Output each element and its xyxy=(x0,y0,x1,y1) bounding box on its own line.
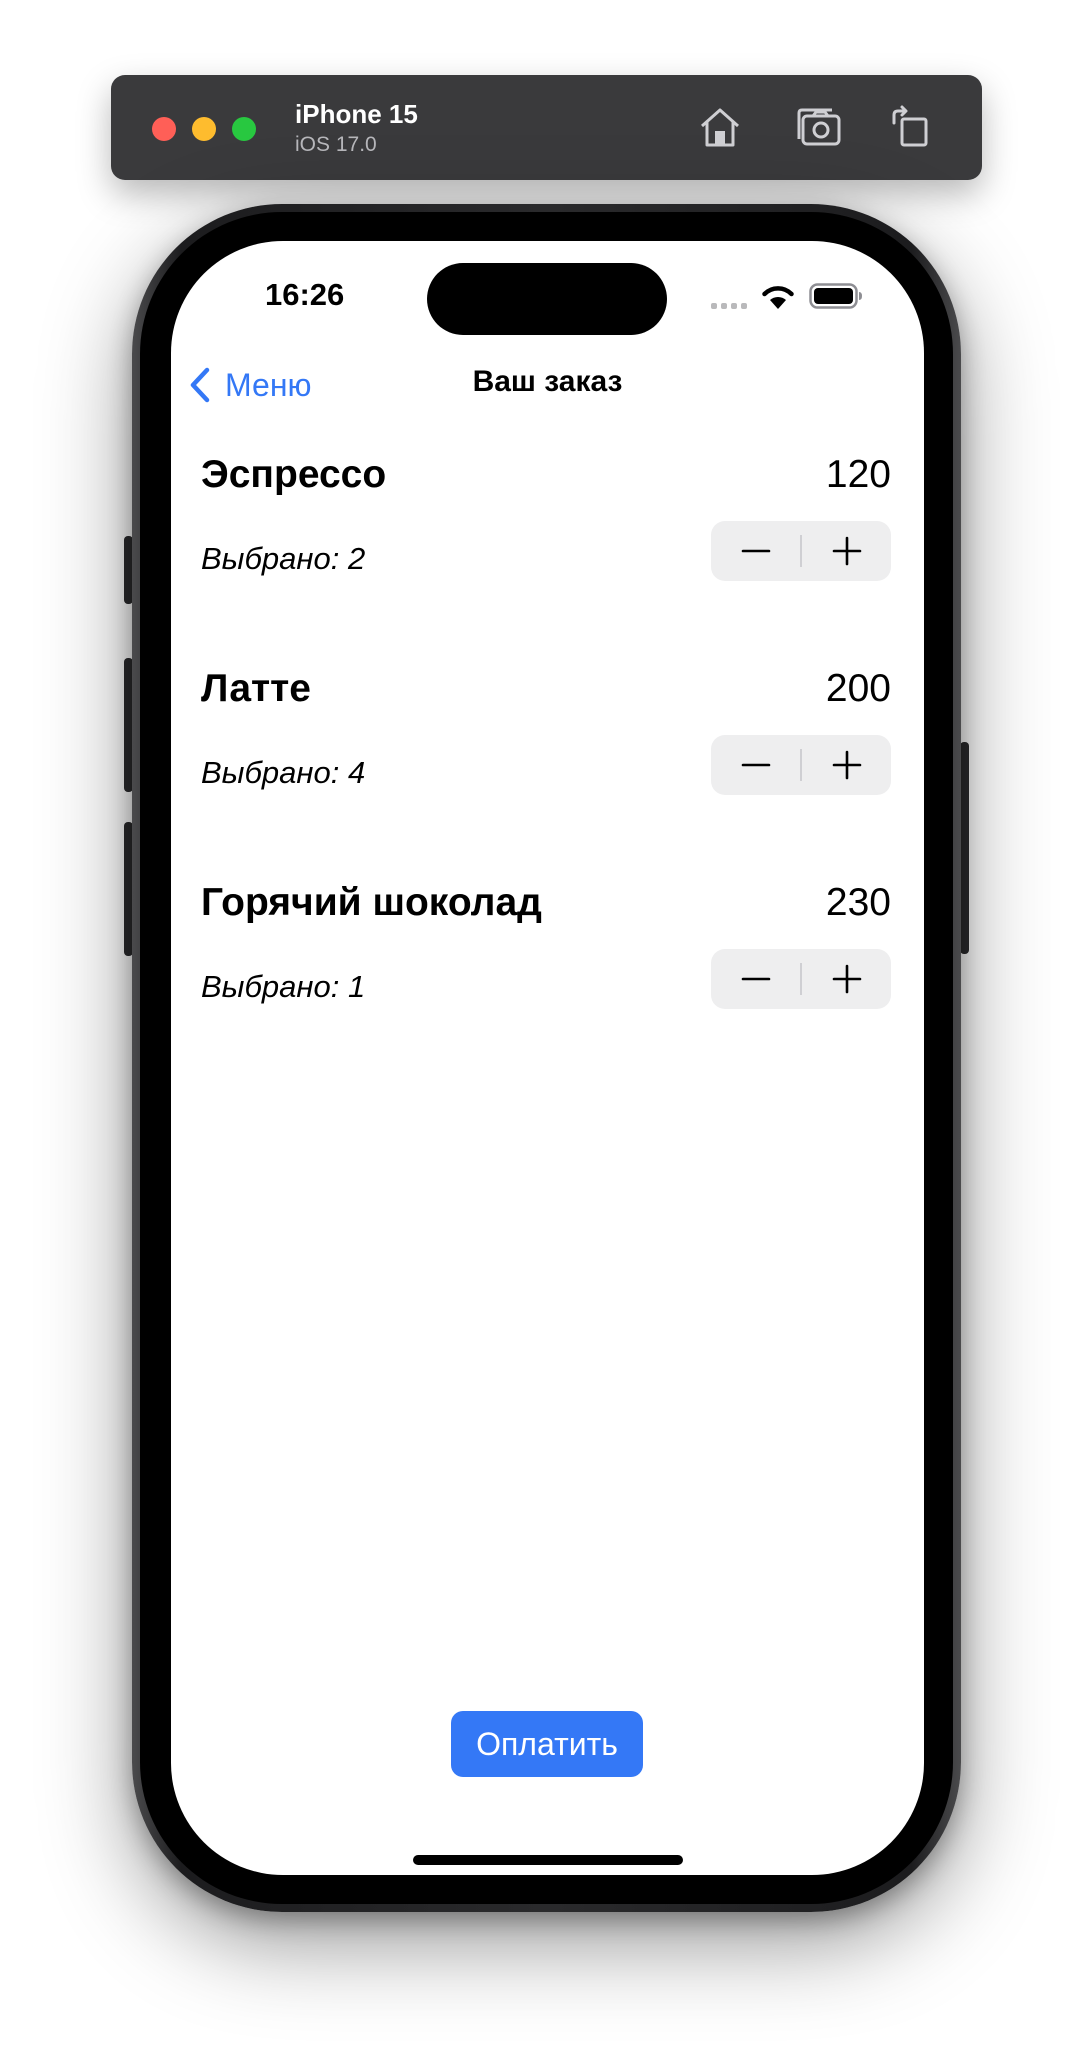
rotate-icon[interactable] xyxy=(885,101,937,153)
item-count-value: 2 xyxy=(347,541,366,576)
minus-icon xyxy=(741,763,770,767)
item-price: 120 xyxy=(825,453,891,496)
quantity-stepper xyxy=(711,949,891,1009)
item-count-value: 1 xyxy=(347,969,366,1004)
cellular-signal-icon xyxy=(711,303,749,309)
item-count: Выбрано: 2 xyxy=(201,541,365,577)
item-count-value: 4 xyxy=(347,755,366,790)
device-name: iPhone 15 xyxy=(295,99,418,129)
minus-icon xyxy=(741,549,770,553)
order-item: Эспрессо 120 Выбрано: 2 xyxy=(201,453,891,593)
device-os-version: iOS 17.0 xyxy=(295,133,377,156)
plus-icon xyxy=(832,750,861,780)
decrement-button[interactable] xyxy=(711,521,800,581)
increment-button[interactable] xyxy=(802,521,891,581)
plus-icon xyxy=(832,964,861,994)
item-price: 230 xyxy=(825,881,891,924)
minus-icon xyxy=(741,977,770,981)
simulator-toolbar: iPhone 15 iOS 17.0 xyxy=(111,75,982,180)
pay-button[interactable]: Оплатить xyxy=(451,1711,643,1777)
item-count-label: Выбрано: xyxy=(201,969,348,1004)
close-window-button[interactable] xyxy=(152,117,176,141)
order-item: Горячий шоколад 230 Выбрано: 1 xyxy=(201,881,891,1021)
power-button xyxy=(960,742,969,954)
item-name: Эспрессо xyxy=(201,453,387,496)
page-title: Ваш заказ xyxy=(472,365,623,398)
status-time: 16:26 xyxy=(265,277,345,312)
minimize-window-button[interactable] xyxy=(192,117,216,141)
wifi-icon xyxy=(761,283,795,309)
quantity-stepper xyxy=(711,735,891,795)
dynamic-island xyxy=(427,263,667,335)
app-screen: 16:26 Меню Ваш заказ Эспрессо 120 Выбран… xyxy=(171,241,924,1875)
decrement-button[interactable] xyxy=(711,735,800,795)
quantity-stepper xyxy=(711,521,891,581)
order-item: Латте 200 Выбрано: 4 xyxy=(201,667,891,807)
increment-button[interactable] xyxy=(802,735,891,795)
home-indicator[interactable] xyxy=(413,1855,683,1865)
plus-icon xyxy=(832,536,861,566)
zoom-window-button[interactable] xyxy=(232,117,256,141)
home-icon[interactable] xyxy=(694,101,746,153)
item-count-label: Выбрано: xyxy=(201,755,348,790)
item-price: 200 xyxy=(825,667,891,710)
increment-button[interactable] xyxy=(802,949,891,1009)
screenshot-icon[interactable] xyxy=(794,101,846,153)
decrement-button[interactable] xyxy=(711,949,800,1009)
item-count-label: Выбрано: xyxy=(201,541,348,576)
item-name: Латте xyxy=(201,667,311,710)
item-name: Горячий шоколад xyxy=(201,881,542,924)
item-count: Выбрано: 1 xyxy=(201,969,365,1005)
battery-icon xyxy=(809,283,863,309)
item-count: Выбрано: 4 xyxy=(201,755,365,791)
